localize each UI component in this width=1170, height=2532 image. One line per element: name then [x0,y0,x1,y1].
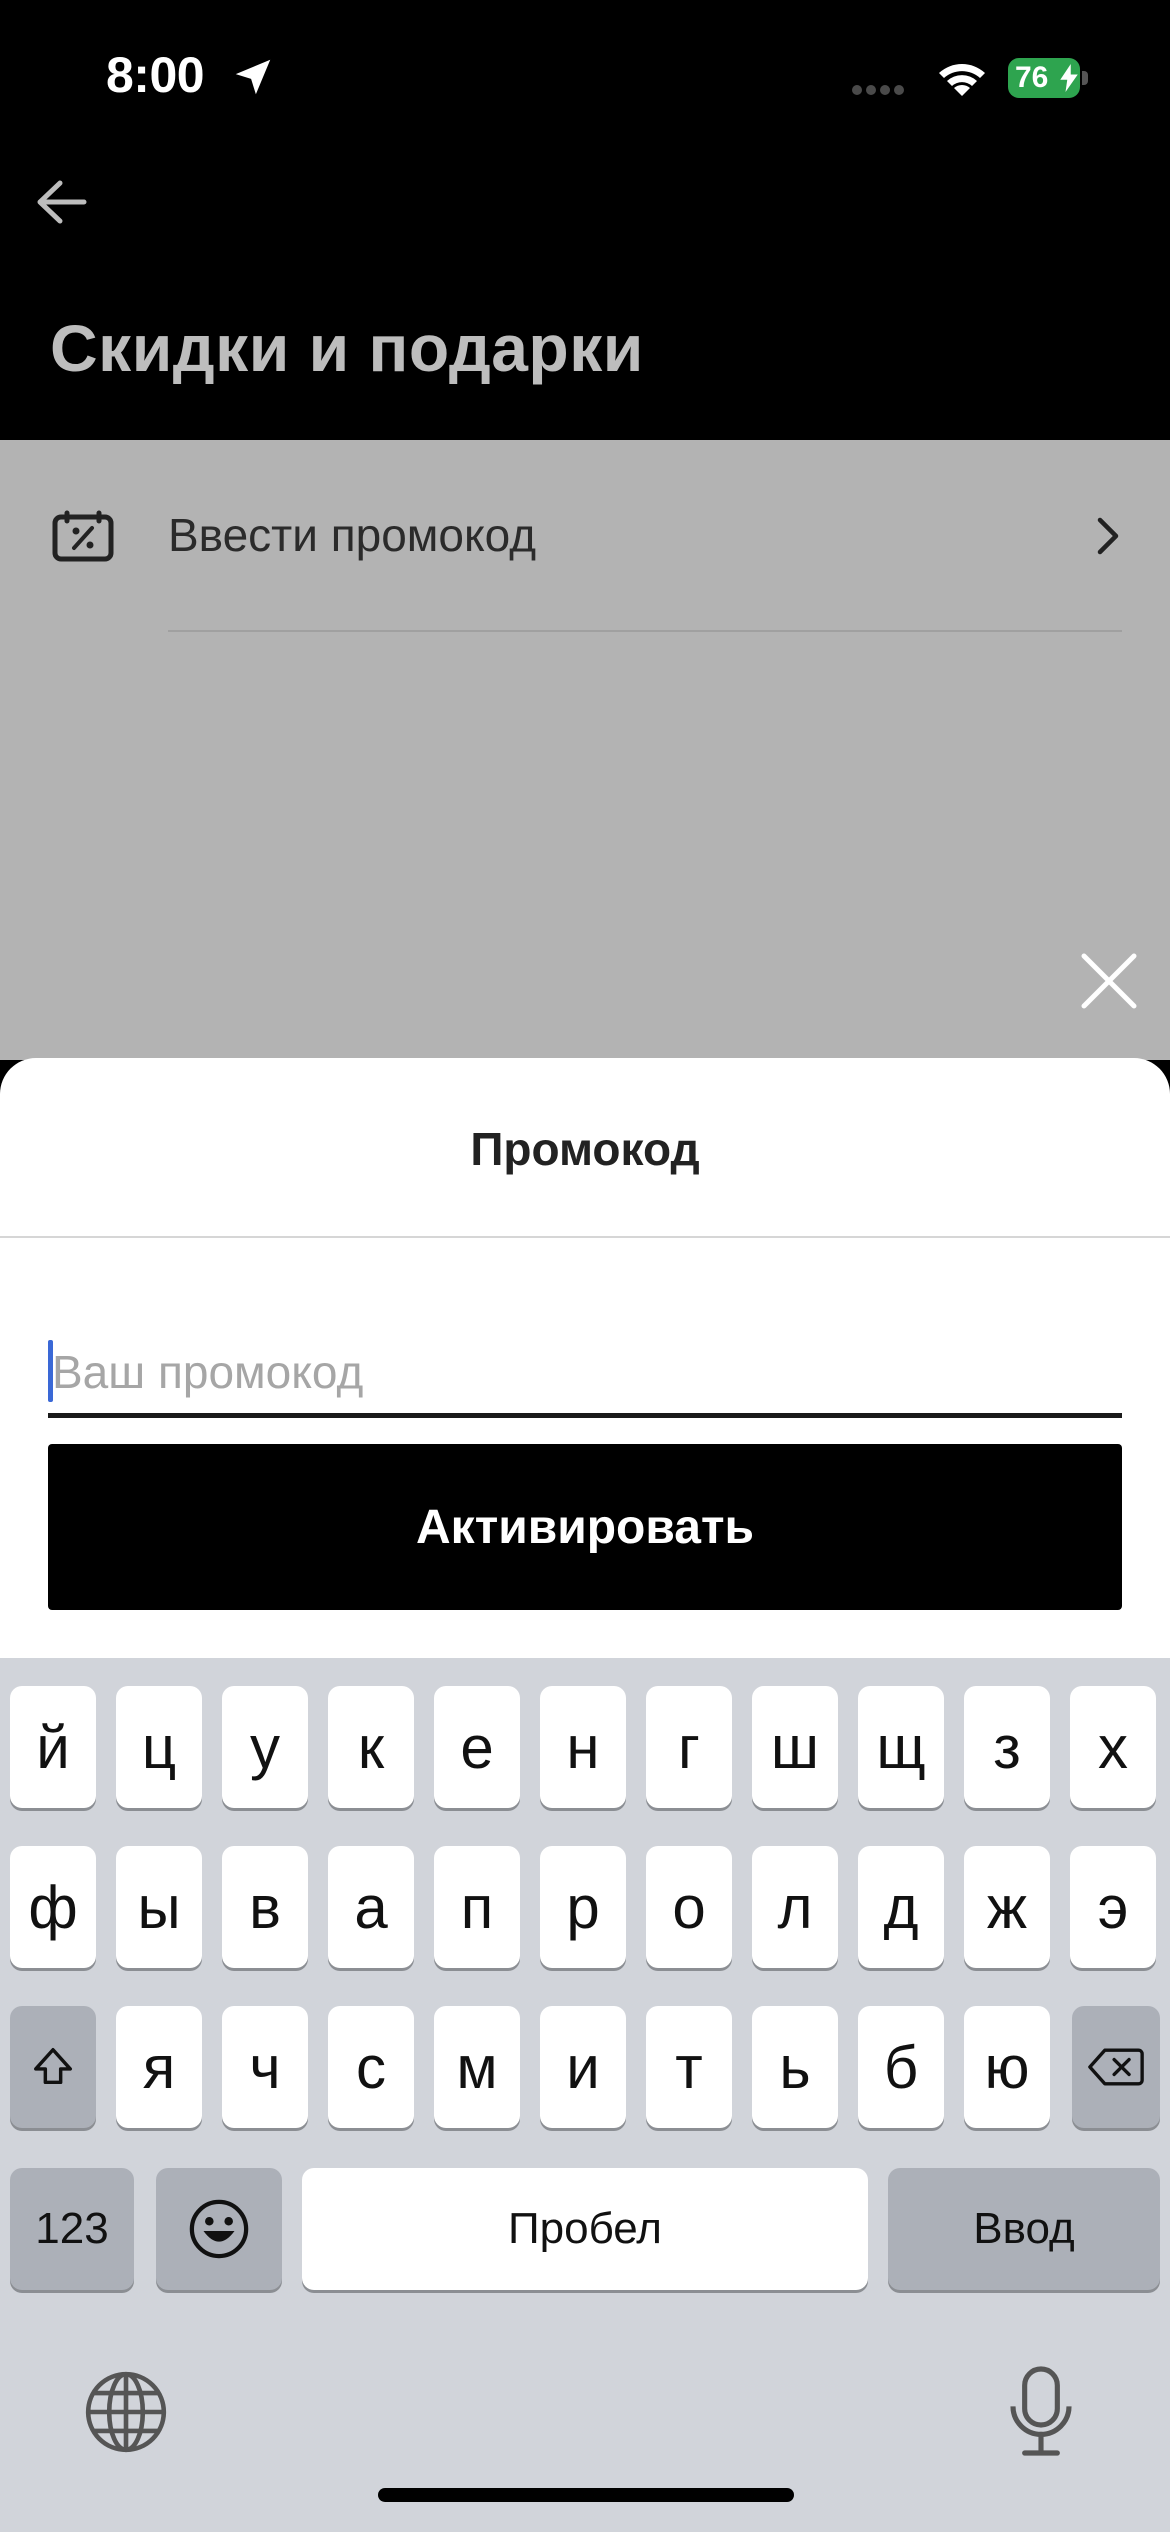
key-letter[interactable]: ц [116,1686,202,1808]
return-key[interactable]: Ввод [888,2168,1160,2290]
key-letter[interactable]: щ [858,1686,944,1808]
key-letter[interactable]: ы [116,1846,202,1968]
close-icon [1081,953,1137,1009]
charging-bolt-icon [1060,64,1078,92]
close-sheet-button[interactable] [1076,948,1142,1014]
sheet-divider [0,1236,1170,1238]
key-letter[interactable]: м [434,2006,520,2128]
key-letter[interactable]: ь [752,2006,838,2128]
key-letter[interactable]: й [10,1686,96,1808]
sheet-title: Промокод [470,1123,700,1175]
key-letter[interactable]: в [222,1846,308,1968]
globe-icon[interactable] [84,2370,168,2454]
key-letter[interactable]: х [1070,1686,1156,1808]
backspace-icon [1088,2048,1144,2086]
key-letter[interactable]: ч [222,2006,308,2128]
key-letter[interactable]: у [222,1686,308,1808]
key-letter[interactable]: а [328,1846,414,1968]
key-letter[interactable]: е [434,1686,520,1808]
promocode-bottom-sheet: Промокод Активировать [0,1058,1170,1658]
key-letter[interactable]: з [964,1686,1050,1808]
status-time: 8:00 [106,47,205,103]
promocode-input[interactable] [52,1334,1112,1410]
key-letter[interactable]: к [328,1686,414,1808]
emoji-icon [189,2199,249,2259]
key-letter[interactable]: т [646,2006,732,2128]
battery-level: 76 [1015,61,1049,94]
key-letter[interactable]: я [116,2006,202,2128]
location-arrow-icon [235,59,271,95]
app-header: 8:00 76 Скидки и подарки [0,0,1170,440]
page-title: Скидки и подарки [50,311,644,385]
wifi-icon [939,64,985,96]
key-letter[interactable]: ф [10,1846,96,1968]
numbers-key[interactable]: 123 [10,2168,134,2290]
key-letter[interactable]: л [752,1846,838,1968]
backspace-key[interactable] [1072,2006,1160,2128]
key-letter[interactable]: с [328,2006,414,2128]
key-letter[interactable]: п [434,1846,520,1968]
back-button[interactable] [30,170,94,234]
key-letter[interactable]: н [540,1686,626,1808]
key-letter[interactable]: д [858,1846,944,1968]
key-letter[interactable]: ж [964,1846,1050,1968]
emoji-key[interactable] [156,2168,282,2290]
key-letter[interactable]: ю [964,2006,1050,2128]
shift-key[interactable] [10,2006,96,2128]
on-screen-keyboard: 123 Пробел Ввод йцукенгшщзх фывапролджэ яч… [0,1658,1170,2532]
home-indicator [378,2488,794,2502]
space-key[interactable]: Пробел [302,2168,868,2290]
chevron-right-icon [1097,517,1119,555]
shift-icon [34,2048,72,2085]
cellular-signal-icon [852,82,908,100]
promocode-input-wrapper[interactable] [48,1334,1122,1418]
arrow-left-icon [37,180,87,224]
key-letter[interactable]: р [540,1846,626,1968]
key-letter[interactable]: о [646,1846,732,1968]
key-letter[interactable]: ш [752,1686,838,1808]
dimmed-content-overlay[interactable]: Ввести промокод [0,440,1170,1060]
discount-ticket-icon [52,510,114,562]
list-item-enter-promocode[interactable]: Ввести промокод [0,440,1170,630]
list-divider [168,630,1122,632]
key-letter[interactable]: э [1070,1846,1156,1968]
activate-button[interactable]: Активировать [48,1444,1122,1610]
key-letter[interactable]: б [858,2006,944,2128]
key-letter[interactable]: и [540,2006,626,2128]
microphone-icon[interactable] [1006,2364,1076,2458]
battery-indicator: 76 [1008,58,1088,98]
list-item-label: Ввести промокод [168,509,537,561]
key-letter[interactable]: г [646,1686,732,1808]
